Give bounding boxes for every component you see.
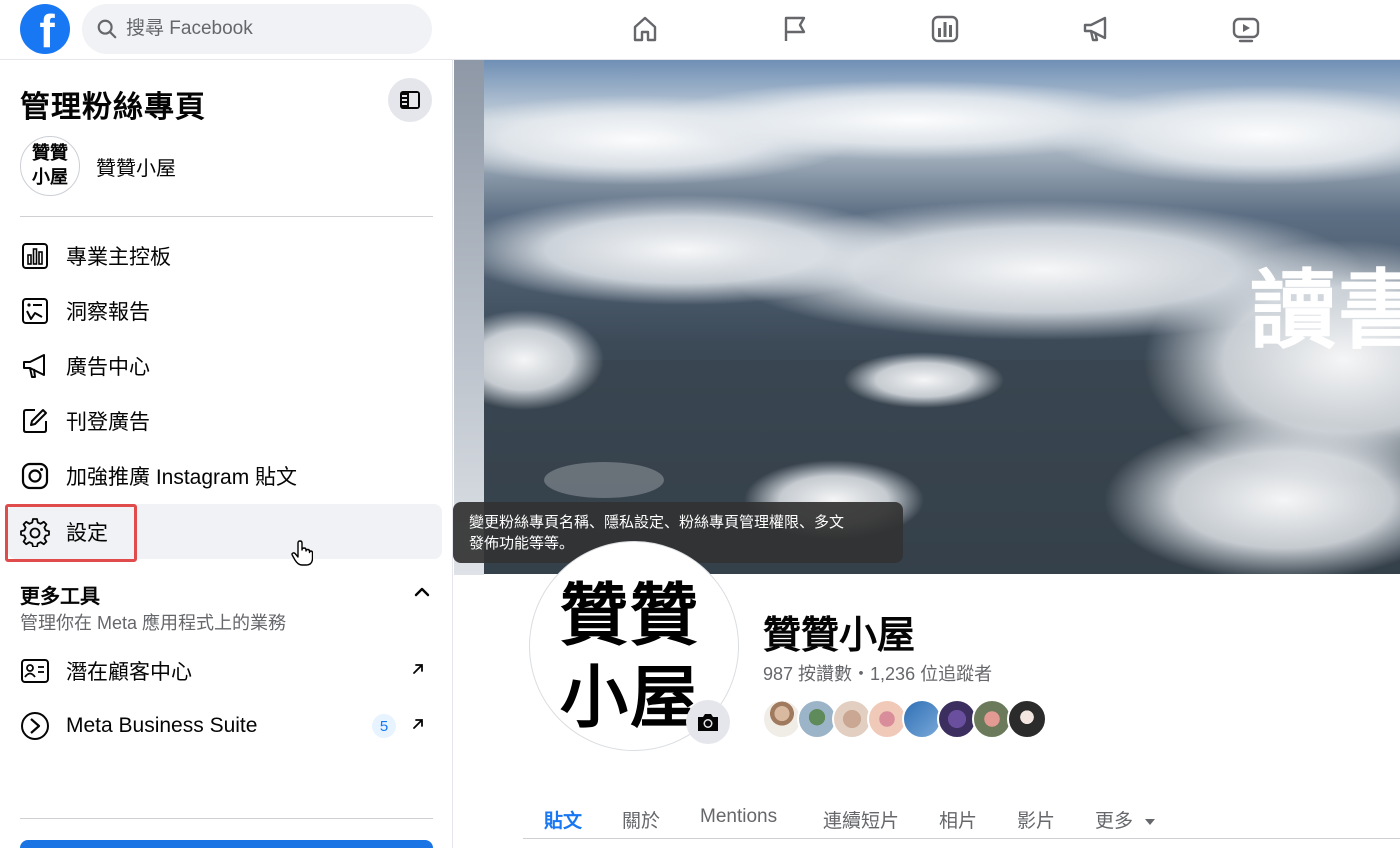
sidebar-toggle-icon — [400, 91, 420, 109]
sidebar-item-ad-center[interactable]: 廣告中心 — [8, 338, 442, 393]
ads-megaphone-icon[interactable] — [1079, 12, 1113, 46]
contact-card-icon — [20, 656, 50, 686]
dashboard-icon — [20, 241, 50, 271]
sidebar-item-label: 加強推廣 Instagram 貼文 — [66, 465, 298, 489]
home-icon[interactable] — [628, 12, 662, 46]
hand-cursor-icon — [291, 540, 313, 566]
profile-picture-text-line2: 小屋 — [560, 658, 701, 738]
sidebar-divider — [20, 818, 433, 819]
business-suite-icon — [20, 711, 50, 741]
instagram-icon — [20, 461, 50, 491]
cover-photo[interactable]: 讀書 — [484, 60, 1400, 574]
pages-flag-icon[interactable] — [778, 12, 812, 46]
tab-more-label: 更多 — [1095, 811, 1134, 832]
follower-avatar[interactable] — [937, 699, 977, 739]
sidebar-item-label: 刊登廣告 — [66, 410, 150, 434]
follower-avatars[interactable] — [762, 699, 1047, 739]
profile-likes-followers[interactable]: 987 按讚數・1,236 位追蹤者 — [763, 660, 992, 686]
search-icon — [97, 19, 117, 39]
tab-more[interactable]: 更多 — [1095, 806, 1156, 833]
follower-avatar[interactable] — [832, 699, 872, 739]
follower-avatar[interactable] — [762, 699, 802, 739]
sidebar-item-label: 潛在顧客中心 — [66, 660, 192, 684]
collapse-sidebar-button[interactable] — [388, 78, 432, 122]
insights-report-icon — [20, 296, 50, 326]
external-link-arrow-icon — [413, 719, 423, 729]
sidebar-item-label: Meta Business Suite — [66, 713, 258, 737]
primary-action-button[interactable] — [20, 840, 433, 848]
caret-down-icon — [1145, 819, 1156, 825]
more-tools-title: 更多工具 — [20, 586, 100, 608]
cover-title-text: 讀書 — [1250, 260, 1400, 361]
sidebar-item-professional-dashboard[interactable]: 專業主控板 — [8, 228, 442, 283]
top-navigation-bar: f — [0, 0, 1400, 60]
search-box[interactable] — [82, 4, 432, 54]
camera-icon — [698, 714, 718, 731]
tab-about[interactable]: 關於 — [622, 806, 660, 833]
settings-highlight-box — [5, 504, 137, 562]
page-name: 贊贊小屋 — [96, 157, 176, 180]
insights-icon[interactable] — [928, 12, 962, 46]
follower-avatar[interactable] — [1007, 699, 1047, 739]
page-avatar-text-line1: 贊贊 — [32, 143, 68, 164]
sidebar-item-boost-instagram[interactable]: 加強推廣 Instagram 貼文 — [8, 448, 442, 503]
page-avatar-text-line2: 小屋 — [32, 167, 68, 188]
tab-posts[interactable]: 貼文 — [544, 806, 582, 833]
sidebar-item-label: 廣告中心 — [66, 355, 150, 379]
sidebar-title: 管理粉絲專頁 — [20, 91, 206, 124]
external-link-arrow-icon — [413, 664, 423, 674]
manage-page-sidebar: 管理粉絲專頁 贊贊 小屋 贊贊小屋 專業主控板 洞察報告 廣告中心 刊登廣告 加… — [0, 60, 453, 848]
tab-photos[interactable]: 相片 — [939, 806, 977, 833]
edit-icon — [20, 406, 50, 436]
sidebar-item-create-ad[interactable]: 刊登廣告 — [8, 393, 442, 448]
sidebar-item-meta-business-suite[interactable]: Meta Business Suite 5 — [8, 698, 442, 753]
tab-mentions[interactable]: Mentions — [700, 806, 777, 828]
tooltip-line-1: 變更粉絲專頁名稱、隱私設定、粉絲專頁管理權限、多文 — [469, 514, 845, 531]
tab-videos[interactable]: 影片 — [1017, 806, 1055, 833]
profile-page-name: 贊贊小屋 — [763, 615, 916, 657]
chevron-up-icon[interactable] — [410, 580, 434, 604]
tab-reels[interactable]: 連續短片 — [823, 806, 899, 833]
sidebar-item-insights[interactable]: 洞察報告 — [8, 283, 442, 338]
follower-avatar[interactable] — [797, 699, 837, 739]
page-avatar: 贊贊 小屋 — [20, 136, 80, 196]
more-tools-subtitle: 管理你在 Meta 應用程式上的業務 — [20, 613, 287, 633]
search-input[interactable] — [126, 18, 416, 40]
sidebar-item-leads-center[interactable]: 潛在顧客中心 — [8, 643, 442, 698]
facebook-logo[interactable]: f — [20, 4, 70, 54]
video-icon[interactable] — [1229, 12, 1263, 46]
follower-avatar[interactable] — [902, 699, 942, 739]
notification-badge: 5 — [372, 714, 396, 738]
megaphone-icon — [20, 351, 50, 381]
current-page-row[interactable]: 贊贊 小屋 贊贊小屋 — [20, 136, 176, 196]
update-profile-picture-button[interactable] — [686, 700, 730, 744]
cover-left-shade — [454, 60, 484, 575]
follower-avatar[interactable] — [972, 699, 1012, 739]
sidebar-item-label: 專業主控板 — [66, 245, 171, 269]
sidebar-item-label: 洞察報告 — [66, 300, 150, 324]
follower-avatar[interactable] — [867, 699, 907, 739]
facebook-logo-glyph: f — [39, 5, 55, 54]
sidebar-divider — [20, 216, 433, 217]
tabs-divider — [523, 838, 1400, 839]
